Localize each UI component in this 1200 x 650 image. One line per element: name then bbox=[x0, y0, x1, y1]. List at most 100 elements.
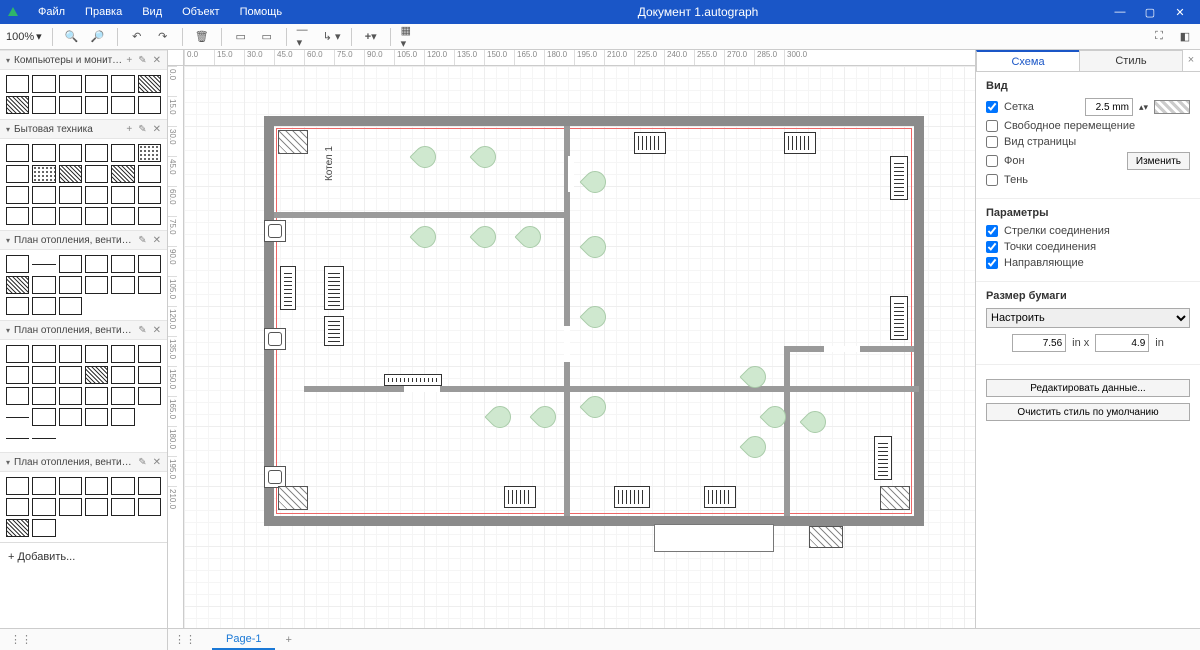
shape-item[interactable] bbox=[32, 96, 55, 114]
shape-item[interactable] bbox=[59, 255, 82, 273]
radiator-shape[interactable] bbox=[280, 266, 296, 310]
radiator-shape[interactable] bbox=[704, 486, 736, 508]
shape-item[interactable] bbox=[32, 75, 55, 93]
shape-item[interactable] bbox=[6, 186, 29, 204]
shape-item[interactable] bbox=[32, 264, 55, 265]
layers-icon[interactable]: ◧ bbox=[1176, 28, 1194, 46]
radiator-shape[interactable] bbox=[324, 316, 344, 346]
shape-item[interactable] bbox=[59, 96, 82, 114]
plus-icon[interactable]: + bbox=[126, 55, 132, 66]
shape-item[interactable] bbox=[32, 366, 55, 384]
shape-item[interactable] bbox=[85, 255, 108, 273]
shape-item[interactable] bbox=[6, 438, 29, 439]
shape-item[interactable] bbox=[111, 207, 134, 225]
shape-item[interactable] bbox=[59, 75, 82, 93]
pencil-icon[interactable]: ✎ bbox=[138, 325, 146, 336]
connector-icon[interactable]: ↳ ▾ bbox=[323, 28, 341, 46]
shape-item[interactable] bbox=[32, 345, 55, 363]
add-library-button[interactable]: + Добавить... bbox=[0, 542, 167, 570]
shape-item[interactable] bbox=[85, 345, 108, 363]
shape-item[interactable] bbox=[138, 186, 161, 204]
back-icon[interactable]: ▭ bbox=[258, 28, 276, 46]
shape-item[interactable] bbox=[138, 477, 161, 495]
shape-item[interactable] bbox=[6, 75, 29, 93]
tab-style[interactable]: Стиль bbox=[1079, 50, 1183, 71]
shape-item[interactable] bbox=[32, 477, 55, 495]
menu-help[interactable]: Помощь bbox=[232, 3, 291, 21]
redo-icon[interactable]: ↷ bbox=[154, 28, 172, 46]
shape-item[interactable] bbox=[138, 144, 161, 162]
shape-item[interactable] bbox=[85, 477, 108, 495]
shape-item[interactable] bbox=[138, 498, 161, 516]
shape-item[interactable] bbox=[111, 276, 134, 294]
close-icon[interactable]: ✕ bbox=[153, 55, 161, 66]
close-icon[interactable]: ✕ bbox=[153, 457, 161, 468]
shape-item[interactable] bbox=[32, 498, 55, 516]
hatch-shape[interactable] bbox=[278, 130, 308, 154]
shape-item[interactable] bbox=[6, 96, 29, 114]
shape-item[interactable] bbox=[32, 387, 55, 405]
checkbox-conn-points[interactable] bbox=[986, 241, 998, 253]
radiator-shape[interactable] bbox=[890, 156, 908, 200]
shape-item[interactable] bbox=[32, 186, 55, 204]
shape-item[interactable] bbox=[138, 255, 161, 273]
menu-edit[interactable]: Правка bbox=[77, 3, 130, 21]
shape-item[interactable] bbox=[85, 408, 108, 426]
shape-item[interactable] bbox=[111, 387, 134, 405]
shape-item[interactable] bbox=[6, 207, 29, 225]
shape-item[interactable] bbox=[111, 345, 134, 363]
menu-object[interactable]: Объект bbox=[174, 3, 227, 21]
vent-shape[interactable] bbox=[264, 220, 286, 242]
shape-item[interactable] bbox=[138, 276, 161, 294]
vent-shape[interactable] bbox=[264, 466, 286, 488]
undo-icon[interactable]: ↶ bbox=[128, 28, 146, 46]
radiator-shape[interactable] bbox=[324, 266, 344, 310]
tab-scheme[interactable]: Схема bbox=[976, 50, 1080, 71]
shape-item[interactable] bbox=[111, 186, 134, 204]
shape-item[interactable] bbox=[59, 408, 82, 426]
hatch-shape[interactable] bbox=[880, 486, 910, 510]
shape-item[interactable] bbox=[6, 276, 29, 294]
shape-item[interactable] bbox=[32, 438, 55, 439]
shape-item[interactable] bbox=[59, 276, 82, 294]
shape-item[interactable] bbox=[6, 417, 29, 418]
shape-item[interactable] bbox=[32, 165, 55, 183]
shape-item[interactable] bbox=[32, 276, 55, 294]
shape-item[interactable] bbox=[138, 387, 161, 405]
shape-item[interactable] bbox=[111, 255, 134, 273]
shape-item[interactable] bbox=[59, 345, 82, 363]
add-page-icon[interactable]: + bbox=[275, 631, 301, 649]
menu-view[interactable]: Вид bbox=[134, 3, 170, 21]
fullscreen-icon[interactable]: ⛶ bbox=[1150, 28, 1168, 46]
shape-item[interactable] bbox=[59, 144, 82, 162]
shape-item[interactable] bbox=[6, 366, 29, 384]
pencil-icon[interactable]: ✎ bbox=[138, 124, 146, 135]
radiator-shape[interactable] bbox=[634, 132, 666, 154]
radiator-shape[interactable] bbox=[784, 132, 816, 154]
checkbox-page-view[interactable] bbox=[986, 136, 998, 148]
shape-item[interactable] bbox=[111, 75, 134, 93]
zoom-combo[interactable]: 100% ▾ bbox=[6, 30, 42, 43]
hatch-shape[interactable] bbox=[809, 526, 843, 548]
shape-item[interactable] bbox=[59, 165, 82, 183]
radiator-shape[interactable] bbox=[890, 296, 908, 340]
zoom-in-icon[interactable]: 🔍 bbox=[63, 28, 81, 46]
shape-item[interactable] bbox=[111, 165, 134, 183]
shape-item[interactable] bbox=[111, 408, 134, 426]
zoom-out-icon[interactable]: 🔎 bbox=[89, 28, 107, 46]
plus-icon[interactable]: + bbox=[126, 124, 132, 135]
shape-item[interactable] bbox=[6, 144, 29, 162]
shape-item[interactable] bbox=[85, 165, 108, 183]
pencil-icon[interactable]: ✎ bbox=[138, 457, 146, 468]
minimize-icon[interactable]: — bbox=[1106, 4, 1134, 21]
paper-height-input[interactable] bbox=[1095, 334, 1149, 352]
radiator-shape[interactable] bbox=[504, 486, 536, 508]
checkbox-background[interactable] bbox=[986, 155, 998, 167]
shape-item[interactable] bbox=[85, 207, 108, 225]
shape-item[interactable] bbox=[138, 345, 161, 363]
shape-group-computers[interactable]: ▾ Компьютеры и мониторы +✎✕ bbox=[0, 50, 167, 70]
shape-item[interactable] bbox=[32, 519, 55, 537]
shape-item[interactable] bbox=[59, 297, 82, 315]
shape-item[interactable] bbox=[138, 75, 161, 93]
shape-item[interactable] bbox=[32, 207, 55, 225]
